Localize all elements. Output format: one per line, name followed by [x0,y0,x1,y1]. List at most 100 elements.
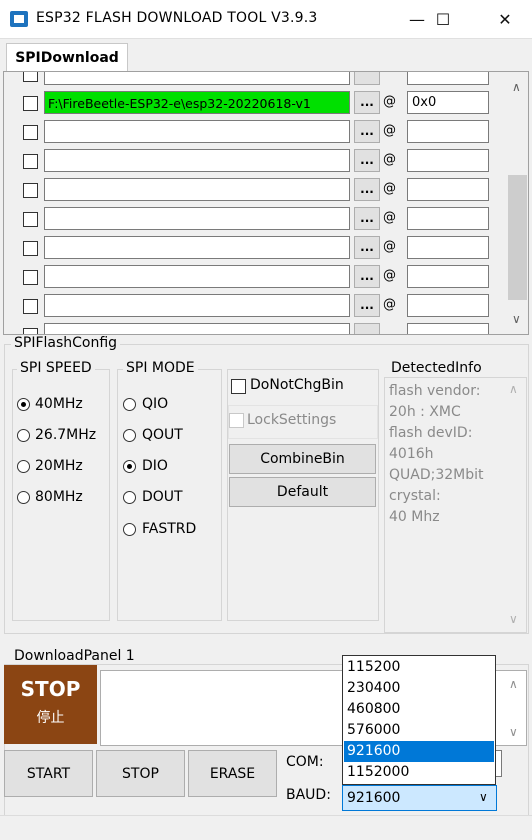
stop-indicator[interactable]: STOP 停止 [4,665,97,744]
file-path-input[interactable] [44,72,350,85]
at-label: @ [383,297,396,312]
file-row: ... @ [4,117,506,146]
file-row-checkbox[interactable] [23,125,38,140]
file-row: ... @ [4,175,506,204]
scroll-down-icon[interactable]: ∨ [509,725,518,739]
browse-button[interactable] [354,323,380,334]
speed-option-label: 20MHz [35,458,83,474]
scrollbar-thumb[interactable] [508,175,527,300]
file-path-input[interactable] [44,294,350,317]
address-input[interactable] [407,265,489,288]
file-path-input[interactable] [44,236,350,259]
file-row-checkbox[interactable] [23,96,38,111]
close-button[interactable]: ✕ [482,0,528,38]
stop-indicator-chinese: 停止 [36,710,65,726]
baud-select[interactable]: 921600 ∨ [342,785,497,811]
browse-button[interactable]: ... [354,91,380,114]
default-button[interactable]: Default [229,477,376,507]
scroll-down-icon[interactable]: ∨ [512,312,521,326]
baud-option[interactable]: 115200 [344,657,494,678]
at-label: @ [383,94,396,109]
mode-dout-radio[interactable] [123,491,136,504]
speed-option-label: 80MHz [35,489,83,505]
file-row-checkbox[interactable] [23,72,38,82]
file-list-panel: F:\FireBeetle-ESP32-e\esp32-20220618-v1 … [3,71,529,335]
stop-button[interactable]: STOP [96,750,185,797]
baud-option[interactable]: 576000 [344,720,494,741]
mode-option-label: FASTRD [142,521,197,537]
baud-option-selected[interactable]: 921600 [344,741,494,762]
address-input[interactable] [407,178,489,201]
baud-option[interactable]: 460800 [344,699,494,720]
file-row-checkbox[interactable] [23,299,38,314]
speed-20mhz-radio[interactable] [17,460,30,473]
detected-info-line: 4016h [389,446,434,462]
file-row-checkbox[interactable] [23,241,38,256]
speed-80mhz-radio[interactable] [17,491,30,504]
at-label: @ [383,239,396,254]
baud-option[interactable]: 1152000 [344,762,494,783]
lock-settings-checkbox[interactable] [229,413,244,428]
file-row: ... @ [4,262,506,291]
file-path-input[interactable] [44,149,350,172]
file-row-checkbox[interactable] [23,154,38,169]
file-path-input[interactable] [44,265,350,288]
maximize-button[interactable]: ☐ [420,0,466,38]
file-row-checkbox[interactable] [23,328,38,334]
scroll-up-icon[interactable]: ∧ [509,677,518,691]
detected-info-line: flash devID: [389,425,473,441]
tab-strip: SPIDownload [0,39,532,72]
do-not-chg-bin-checkbox[interactable] [231,379,246,394]
file-row: ... @ [4,204,506,233]
tab-spidownload[interactable]: SPIDownload [6,43,128,72]
address-input[interactable] [407,120,489,143]
speed-40mhz-radio[interactable] [17,398,30,411]
detected-info-line: 20h : XMC [389,404,461,420]
address-input[interactable] [407,236,489,259]
file-row-checkbox[interactable] [23,212,38,227]
scroll-down-icon[interactable]: ∨ [509,612,518,626]
baud-select-value: 921600 [347,790,401,806]
browse-button[interactable]: ... [354,120,380,143]
file-row-checkbox[interactable] [23,183,38,198]
lock-settings-label: LockSettings [247,412,337,428]
browse-button[interactable]: ... [354,149,380,172]
baud-dropdown-list: 115200 230400 460800 576000 921600 11520… [342,655,496,785]
address-input[interactable]: 0x0 [407,91,489,114]
browse-button[interactable]: ... [354,236,380,259]
file-path-input[interactable] [44,178,350,201]
speed-26-7mhz-radio[interactable] [17,429,30,442]
erase-button[interactable]: ERASE [188,750,277,797]
file-path-input[interactable] [44,207,350,230]
start-button[interactable]: START [4,750,93,797]
browse-button[interactable]: ... [354,265,380,288]
browse-button[interactable]: ... [354,178,380,201]
address-input[interactable] [407,294,489,317]
browse-button[interactable] [354,72,380,85]
mode-qio-radio[interactable] [123,398,136,411]
mode-fastrd-radio[interactable] [123,523,136,536]
at-label: @ [383,181,396,196]
combine-bin-button[interactable]: CombineBin [229,444,376,474]
chevron-down-icon[interactable]: ∨ [479,790,488,804]
file-row-checkbox[interactable] [23,270,38,285]
mode-qout-radio[interactable] [123,429,136,442]
scroll-up-icon[interactable]: ∧ [512,80,521,94]
address-input[interactable] [407,149,489,172]
stop-indicator-label: STOP [20,677,81,701]
file-path-input[interactable] [44,120,350,143]
address-input[interactable] [407,72,489,85]
browse-button[interactable]: ... [354,207,380,230]
mode-option-label: DOUT [142,489,183,505]
browse-button[interactable]: ... [354,294,380,317]
at-label: @ [383,123,396,138]
file-path-input[interactable] [44,323,350,334]
scroll-up-icon[interactable]: ∧ [509,382,518,396]
address-input[interactable] [407,207,489,230]
at-label: @ [383,152,396,167]
file-path-input[interactable]: F:\FireBeetle-ESP32-e\esp32-20220618-v1 [44,91,350,114]
mode-dio-radio[interactable] [123,460,136,473]
address-input[interactable] [407,323,489,334]
baud-option[interactable]: 230400 [344,678,494,699]
do-not-chg-bin-label: DoNotChgBin [250,377,344,393]
